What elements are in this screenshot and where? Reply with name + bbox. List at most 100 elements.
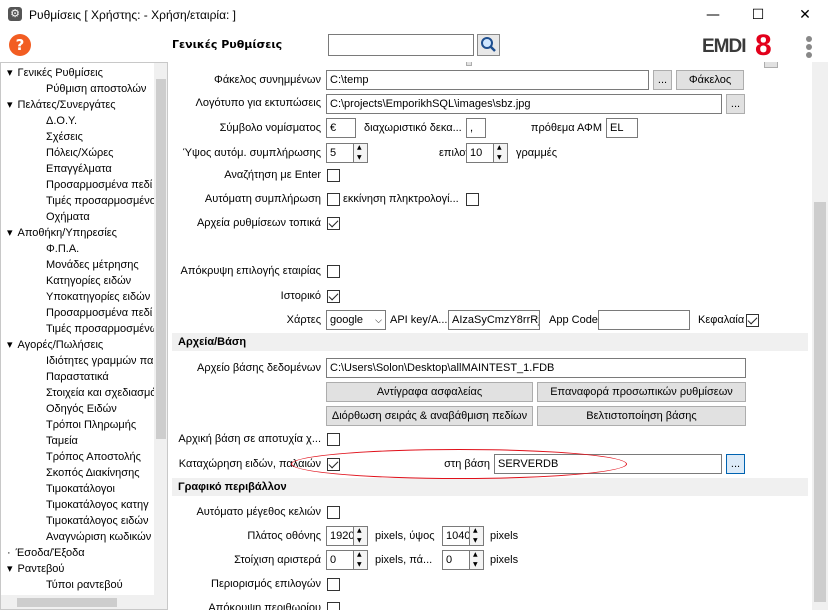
- db-file-field[interactable]: C:\Users\Solon\Desktop\allMAINTEST_1.FDB: [326, 358, 746, 378]
- optimize-db-button[interactable]: Βελτιστοποίηση βάσης: [537, 406, 746, 426]
- tree-item[interactable]: Ταμεία: [46, 433, 78, 449]
- restore-settings-button[interactable]: Επαναφορά προσωπικών ρυθμίσεων: [537, 382, 746, 402]
- collapse-icon[interactable]: ▾: [7, 67, 13, 79]
- print-logo-browse-button[interactable]: ...: [726, 94, 745, 114]
- maps-select[interactable]: google ⌵: [326, 310, 386, 330]
- autofill-checkbox[interactable]: [327, 193, 340, 206]
- screen-height-field[interactable]: 1040: [442, 526, 470, 546]
- tree-item[interactable]: Οχήματα: [46, 209, 90, 225]
- search-enter-checkbox[interactable]: [327, 169, 340, 182]
- align-left-label: Στοίχιση αριστερά: [234, 554, 321, 566]
- tree-item[interactable]: Μονάδες μέτρησης: [46, 257, 139, 273]
- screen-width-spinner[interactable]: [353, 526, 368, 546]
- options-field[interactable]: 10: [466, 143, 494, 163]
- autofill-height-field[interactable]: 5: [326, 143, 354, 163]
- vat-prefix-field[interactable]: EL: [606, 118, 638, 138]
- attachments-folder-label: Φάκελος συνημμένων: [214, 74, 321, 86]
- tree-item[interactable]: Σχέσεις: [46, 129, 83, 145]
- autofill-height-spinner[interactable]: [353, 143, 368, 163]
- folder-button[interactable]: Φάκελος: [676, 70, 744, 90]
- tree-item[interactable]: · Έσοδα/Έξοδα: [7, 545, 85, 561]
- tree-item[interactable]: Τιμοκατάλογοι: [46, 481, 115, 497]
- in-db-browse-button[interactable]: ...: [726, 454, 745, 474]
- tree-item[interactable]: Τιμοκατάλογος κατηγ: [46, 497, 149, 513]
- tree-item[interactable]: Ρύθμιση αποστολών: [46, 81, 146, 97]
- tree-item-label: Οχήματα: [46, 211, 90, 223]
- attachments-folder-field[interactable]: C:\temp: [326, 70, 649, 90]
- help-icon[interactable]: ?: [9, 34, 31, 56]
- tree-item[interactable]: Σκοπός Διακίνησης: [46, 465, 140, 481]
- browse-button-partial[interactable]: [466, 62, 472, 66]
- tree-item[interactable]: Κατηγορίες ειδών: [46, 273, 131, 289]
- app-code-field[interactable]: [598, 310, 690, 330]
- tree-item[interactable]: Υποκατηγορίες ειδών: [46, 289, 150, 305]
- decimal-separator-field[interactable]: ,: [466, 118, 486, 138]
- tree-item[interactable]: Στοιχεία και σχεδιασμό: [46, 385, 156, 401]
- collapse-icon[interactable]: ▾: [7, 99, 13, 111]
- local-settings-checkbox[interactable]: [327, 217, 340, 230]
- tree-item[interactable]: ▾ Αγορές/Πωλήσεις: [7, 337, 103, 353]
- tree-item[interactable]: Τρόποι Πληρωμής: [46, 417, 136, 433]
- capitals-label: Κεφαλαία: [698, 314, 745, 326]
- fix-order-button[interactable]: Διόρθωση σειράς & αναβάθμιση πεδίων: [326, 406, 533, 426]
- align-left-field[interactable]: 0: [326, 550, 354, 570]
- maximize-button[interactable]: ☐: [743, 4, 773, 26]
- options-spinner[interactable]: [493, 143, 508, 163]
- screen-width-field[interactable]: 1920: [326, 526, 354, 546]
- close-button[interactable]: ✕: [790, 4, 820, 26]
- tree-item-label: Τιμοκατάλογος κατηγ: [46, 499, 149, 511]
- tree-item[interactable]: Τιμές προσαρμοσμένο: [46, 193, 156, 209]
- tree-item[interactable]: ▾ Ραντεβού: [7, 561, 64, 577]
- collapse-icon[interactable]: ▾: [7, 227, 13, 239]
- tree-item-label: Τύποι ραντεβού: [46, 579, 123, 591]
- tree-item[interactable]: Τύποι ραντεβού: [46, 577, 123, 593]
- tree-item-label: Ρύθμιση αποστολών: [46, 83, 147, 95]
- tree-item[interactable]: Δ.Ο.Υ.: [46, 113, 77, 129]
- capitals-checkbox[interactable]: [746, 314, 759, 327]
- browse-button-partial-2[interactable]: [764, 62, 778, 68]
- tree-item-label: Επαγγέλματα: [46, 163, 112, 175]
- limit-options-checkbox[interactable]: [327, 578, 340, 591]
- print-logo-field[interactable]: C:\projects\EmporikhSQL\images\sbz.jpg: [326, 94, 722, 114]
- initial-db-fail-label: Αρχική βάση σε αποτυχία χ...: [178, 433, 321, 445]
- currency-symbol-field[interactable]: €: [326, 118, 356, 138]
- panel-vertical-scrollbar[interactable]: [812, 62, 828, 610]
- align-left-spinner[interactable]: [353, 550, 368, 570]
- tree-item[interactable]: Οδηγός Ειδών: [46, 401, 117, 417]
- history-checkbox[interactable]: [327, 290, 340, 303]
- tree-item[interactable]: Τρόπος Αποστολής: [46, 449, 141, 465]
- screen-height-spinner[interactable]: [469, 526, 484, 546]
- keyboard-start-checkbox[interactable]: [466, 193, 479, 206]
- tree-item[interactable]: Επαγγέλματα: [46, 161, 112, 177]
- hide-company-checkbox[interactable]: [327, 265, 340, 278]
- tree-horizontal-scrollbar[interactable]: [1, 595, 167, 609]
- attachments-browse-button[interactable]: ...: [653, 70, 672, 90]
- search-button[interactable]: [477, 34, 500, 56]
- collapse-icon[interactable]: ▾: [7, 563, 13, 575]
- api-key-field[interactable]: AIzaSyCmzY8rrRj: [448, 310, 540, 330]
- auto-cell-size-checkbox[interactable]: [327, 506, 340, 519]
- tree-item[interactable]: Τιμοκατάλογος ειδών: [46, 513, 148, 529]
- tree-item[interactable]: Ιδιότητες γραμμών παι: [46, 353, 156, 369]
- minimize-button[interactable]: —: [698, 4, 728, 26]
- tree-item[interactable]: ▾ Αποθήκη/Υπηρεσίες: [7, 225, 117, 241]
- hide-margin-checkbox[interactable]: [327, 602, 340, 610]
- tree-item[interactable]: Προσαρμοσμένα πεδί: [46, 177, 152, 193]
- tree-item[interactable]: ▾ Γενικές Ρυθμίσεις: [7, 65, 103, 81]
- tree-item[interactable]: Τιμές προσαρμοσμένω: [46, 321, 158, 337]
- tree-item[interactable]: Αναγνώριση κωδικών: [46, 529, 151, 545]
- tree-item[interactable]: Πόλεις/Χώρες: [46, 145, 113, 161]
- tree-vertical-scrollbar[interactable]: [154, 63, 167, 595]
- backups-button[interactable]: Αντίγραφα ασφαλείας: [326, 382, 533, 402]
- tree-item[interactable]: Προσαρμοσμένα πεδί: [46, 305, 152, 321]
- tree-item[interactable]: Παραστατικά: [46, 369, 109, 385]
- tree-item[interactable]: Φ.Π.Α.: [46, 241, 79, 257]
- tree-item-label: Ιδιότητες γραμμών παι: [46, 355, 156, 367]
- align-top-field[interactable]: 0: [442, 550, 470, 570]
- more-options-icon[interactable]: [806, 36, 812, 60]
- align-top-spinner[interactable]: [469, 550, 484, 570]
- tree-item[interactable]: ▾ Πελάτες/Συνεργάτες: [7, 97, 116, 113]
- search-input[interactable]: [328, 34, 474, 56]
- initial-db-fail-checkbox[interactable]: [327, 433, 340, 446]
- collapse-icon[interactable]: ▾: [7, 339, 13, 351]
